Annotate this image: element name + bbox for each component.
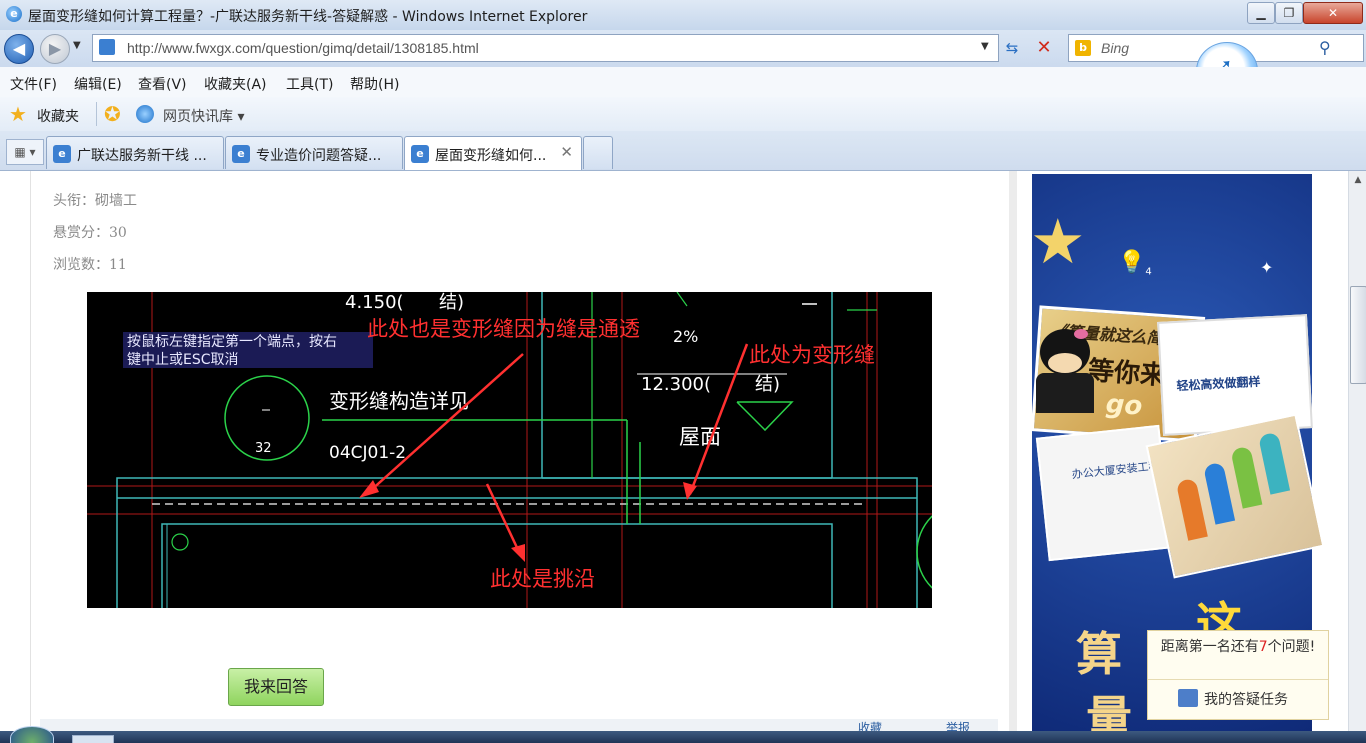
tab-favicon-icon: e: [232, 145, 250, 163]
address-bar[interactable]: http://www.fwxgx.com/question/gimq/detai…: [92, 34, 999, 62]
maximize-button[interactable]: ❐: [1275, 2, 1303, 24]
cad-elevation-2: 12.300(: [641, 374, 711, 395]
task-panel: 距离第一名还有7个问题! 我的答疑任务: [1147, 630, 1329, 720]
stop-icon[interactable]: ✕: [1032, 36, 1056, 60]
menu-bar: 文件(F) 编辑(E) 查看(V) 收藏夹(A) 工具(T) 帮助(H): [0, 67, 1366, 98]
windows-taskbar: [0, 731, 1366, 743]
cad-bubble-number: 32: [255, 441, 272, 456]
web-slice-gallery[interactable]: 网页快讯库 ▾: [163, 106, 244, 126]
tab-label: 屋面变形缝如何...: [435, 148, 547, 164]
address-toolbar: ◀ ▶ ▼ http://www.fwxgx.com/question/gimq…: [0, 30, 1366, 100]
tab-favicon-icon: e: [53, 145, 71, 163]
cad-elevation-2-suffix: 结): [755, 374, 780, 395]
ie-small-icon: [136, 105, 154, 123]
tab-bar: ▦ ▾ e 广联达服务新干线 ... e 专业造价问题答疑... e 屋面变形缝…: [0, 131, 1366, 171]
annotation-eave: 此处是挑沿: [490, 567, 595, 591]
tab-3-active[interactable]: e 屋面变形缝如何... ✕: [404, 136, 582, 170]
footer-strip: 收藏 举报: [40, 719, 998, 731]
page-favicon-icon: [99, 39, 115, 55]
rank-number: 7: [1258, 639, 1268, 655]
favorites-button[interactable]: 收藏夹: [37, 106, 79, 126]
vertical-scrollbar[interactable]: ▲: [1348, 171, 1366, 731]
sparkle-icon: ✦: [1260, 258, 1274, 277]
cad-prompt-line1: 按鼠标左键指定第一个端点，按右: [127, 333, 337, 350]
annotation-joint-through: 此处也是变形缝因为缝是通透: [367, 317, 640, 341]
user-title: 头衔：砌墙工: [53, 193, 137, 209]
window-titlebar: e 屋面变形缝如何计算工程量？-广联达服务新干线-答疑解惑 - Windows …: [0, 0, 1366, 31]
search-icon[interactable]: ⚲: [1319, 38, 1331, 57]
collect-link[interactable]: 收藏: [858, 719, 882, 731]
menu-view[interactable]: 查看(V): [138, 74, 187, 94]
quick-tabs-icon[interactable]: ▦ ▾: [6, 139, 44, 165]
star-decoration-icon: ★: [1030, 205, 1086, 278]
menu-tools[interactable]: 工具(T): [286, 74, 333, 94]
rank-suffix: 个问题!: [1267, 639, 1316, 655]
address-dropdown-icon[interactable]: ▼: [981, 41, 989, 52]
scroll-up-icon[interactable]: ▲: [1349, 171, 1366, 189]
add-favorite-icon[interactable]: ✪: [104, 102, 121, 126]
tab-favicon-icon: e: [411, 145, 429, 163]
divider: [1148, 679, 1328, 680]
favorites-star-icon[interactable]: ★: [9, 102, 27, 126]
cad-elevation-1-suffix: 结): [439, 292, 464, 313]
my-tasks-link[interactable]: 我的答疑任务: [1204, 689, 1288, 709]
ie-logo-icon: e: [6, 6, 22, 22]
rank-message: 距离第一名还有7个问题!: [1154, 639, 1322, 655]
tab-label: 广联达服务新干线 ...: [77, 148, 207, 164]
answer-button[interactable]: 我来回答: [228, 668, 324, 706]
menu-favorites[interactable]: 收藏夹(A): [204, 74, 267, 94]
new-tab-button[interactable]: [583, 136, 613, 169]
forward-button[interactable]: ▶: [40, 34, 70, 64]
refresh-icon[interactable]: ⇆: [1000, 36, 1024, 60]
rank-prefix: 距离第一名还有: [1160, 639, 1259, 655]
report-link[interactable]: 举报: [946, 719, 970, 731]
ad-char-1: 算: [1076, 627, 1122, 681]
window-title: 屋面变形缝如何计算工程量？-广联达服务新干线-答疑解惑 - Windows In…: [28, 9, 588, 25]
ad-book-go: go: [1104, 389, 1144, 422]
cad-slope-percent: 2%: [673, 327, 698, 346]
favorites-bar: ★ 收藏夹 ✪ 网页快讯库 ▾: [0, 97, 1366, 132]
address-url[interactable]: http://www.fwxgx.com/question/gimq/detai…: [127, 40, 479, 56]
cad-detail-note: 变形缝构造详见: [329, 389, 469, 413]
divider: [96, 102, 97, 126]
annotation-joint: 此处为变形缝: [749, 343, 875, 367]
task-icon: [1178, 689, 1198, 707]
tab-2[interactable]: e 专业造价问题答疑...: [225, 136, 403, 169]
scroll-thumb[interactable]: [1350, 286, 1366, 384]
bulb-count: 4: [1145, 266, 1152, 278]
ad-book-sub: 等你来: [1087, 355, 1168, 392]
close-window-button[interactable]: ✕: [1303, 2, 1363, 24]
lightbulb-icon: 💡4: [1118, 250, 1152, 278]
taskbar-button[interactable]: [72, 735, 114, 743]
menu-file[interactable]: 文件(F): [10, 74, 57, 94]
cad-prompt-line2: 键中止或ESC取消: [127, 352, 239, 368]
tab-1[interactable]: e 广联达服务新干线 ...: [46, 136, 224, 169]
view-count: 浏览数：11: [53, 257, 127, 273]
back-button[interactable]: ◀: [4, 34, 34, 64]
reward-points: 悬赏分：30: [53, 225, 127, 241]
cad-detail-code: 04CJ01-2: [329, 443, 406, 463]
minimize-button[interactable]: ▁: [1247, 2, 1275, 24]
cad-elevation-1: 4.150(: [345, 292, 404, 313]
search-input[interactable]: Bing: [1101, 40, 1129, 56]
ad-book3-title: 办公大厦安装工程: [1071, 459, 1161, 482]
start-button[interactable]: [10, 726, 54, 743]
bing-icon: b: [1075, 40, 1091, 56]
ad-book2-title: 轻松高效做翻样: [1176, 374, 1261, 394]
menu-help[interactable]: 帮助(H): [350, 74, 399, 94]
tab-label: 专业造价问题答疑...: [256, 148, 382, 164]
menu-edit[interactable]: 编辑(E): [74, 74, 122, 94]
tab-close-icon[interactable]: ✕: [560, 143, 573, 161]
ad-cartoon-avatar: [1034, 329, 1096, 413]
cad-drawing-image: 按鼠标左键指定第一个端点，按右 键中止或ESC取消 4.150( 结) 2% 1…: [87, 292, 932, 608]
recent-pages-dropdown-icon[interactable]: ▼: [73, 40, 81, 51]
